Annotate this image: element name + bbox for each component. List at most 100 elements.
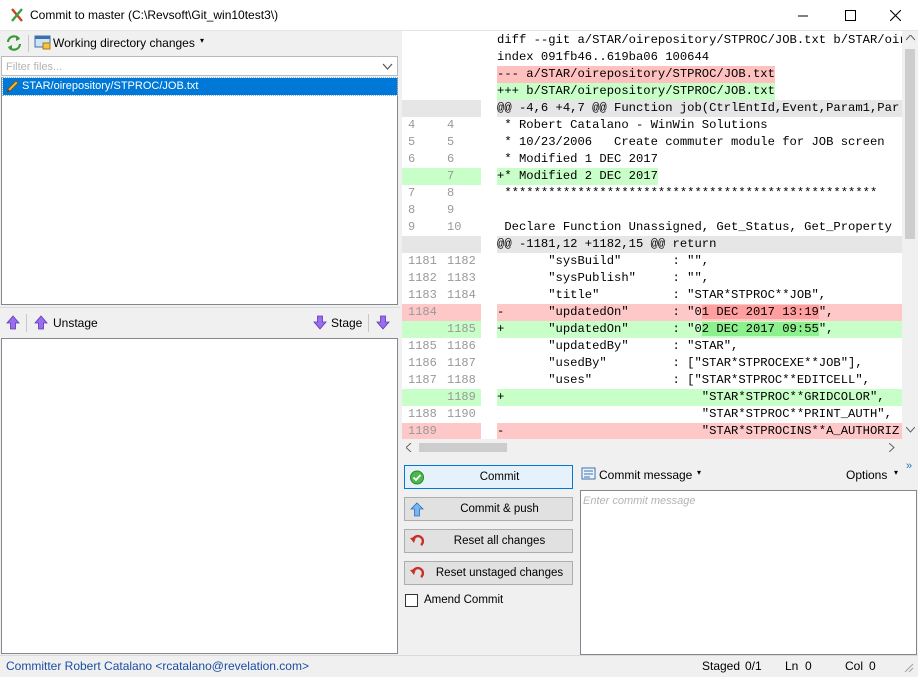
diff-horizontal-scrollbar[interactable]: [402, 439, 902, 456]
column-label: Col: [845, 659, 864, 673]
filter-files-input[interactable]: [6, 59, 376, 74]
diff-line: 9 10 Declare Function Unassigned, Get_Sta…: [402, 219, 902, 236]
diff-line-text: "updatedBy" : "STAR",: [497, 339, 739, 353]
stage-arrow-down-icon: [313, 315, 327, 330]
diff-viewer[interactable]: diff --git a/STAR/oirepository/STPROC/JO…: [402, 31, 902, 439]
old-line-number: 1188: [408, 407, 437, 421]
old-line-number: 7: [408, 186, 416, 200]
diff-line: 7 +* Modified 2 DEC 2017: [402, 168, 902, 185]
diff-line-gutter: 9 10: [402, 219, 481, 236]
separator: [368, 314, 369, 332]
reset-unstaged-changes-button[interactable]: Reset unstaged changes: [404, 561, 573, 585]
amend-commit-label: Amend Commit: [424, 594, 504, 606]
scrollbar-thumb[interactable]: [905, 49, 915, 239]
refresh-icon[interactable]: [5, 34, 23, 52]
unstage-label: Unstage: [53, 316, 98, 330]
diff-line: 6 6 * Modified 1 DEC 2017: [402, 151, 902, 168]
scroll-up-icon[interactable]: [906, 35, 915, 41]
amend-commit-option: Amend Commit: [404, 593, 564, 609]
diff-line: 1189 - "STAR*STPROCINS**A_AUTHORIZ: [402, 423, 902, 439]
overflow-chevron-icon[interactable]: »: [906, 460, 912, 472]
diff-line-text: - "updatedOn" : "01 DEC 2017 13:19",: [497, 304, 902, 321]
diff-line-gutter: 1185 1186: [402, 338, 481, 355]
diff-text-suffix: ",: [818, 305, 834, 319]
new-line-number: 6: [447, 152, 455, 166]
diff-line: diff --git a/STAR/oirepository/STPROC/JO…: [402, 32, 902, 49]
scroll-left-icon[interactable]: [406, 443, 412, 452]
commit-message-input[interactable]: [583, 495, 913, 650]
diff-text-prefix: - "updatedOn" : "0: [497, 305, 702, 319]
diff-line-gutter: 1183 1184: [402, 287, 481, 304]
diff-line-text: ****************************************…: [497, 186, 878, 200]
minimize-icon: [797, 15, 808, 17]
column-value: 0: [869, 659, 876, 673]
chevron-down-icon: ▾: [894, 468, 899, 477]
chevron-down-icon: ▾: [200, 36, 205, 45]
old-line-number: 1181: [408, 254, 437, 268]
reset-all-changes-button[interactable]: Reset all changes: [404, 529, 573, 553]
amend-commit-checkbox[interactable]: [405, 594, 418, 607]
reset-unstaged-changes-label: Reset unstaged changes: [435, 567, 564, 579]
old-line-number: 1186: [408, 356, 437, 370]
diff-line-gutter: 1187 1188: [402, 372, 481, 389]
old-line-number: 1185: [408, 339, 437, 353]
diff-line-text: +++ b/STAR/oirepository/STPROC/JOB.txt: [497, 83, 775, 100]
title-bar: Commit to master (C:\Revsoft\Git_win10te…: [0, 0, 918, 31]
unstage-all-icon[interactable]: [6, 315, 20, 330]
new-line-number: 1182: [447, 254, 476, 268]
diff-text-suffix: ",: [818, 322, 834, 336]
new-line-number: 1190: [447, 407, 476, 421]
options-label: Options: [846, 468, 888, 482]
commit-message-icon: [581, 467, 596, 480]
old-line-number: 6: [408, 152, 416, 166]
diff-line: 44 * Robert Catalano - WinWin Solutions: [402, 117, 902, 134]
new-line-number: 1185: [447, 322, 476, 336]
diff-line-gutter: 1184: [402, 304, 481, 321]
diff-line-text: "sysBuild" : "",: [497, 254, 710, 268]
diff-vertical-scrollbar[interactable]: [902, 31, 918, 439]
diff-line-text: Declare Function Unassigned, Get_Status,…: [497, 220, 892, 234]
diff-line-text: * 10/23/2006 Create commuter module for …: [497, 135, 885, 149]
resize-grip-icon[interactable]: [902, 661, 914, 673]
minimize-button[interactable]: [780, 0, 826, 31]
diff-line: 1186 1187 "usedBy" : ["STAR*STPROCEXE**JO…: [402, 355, 902, 372]
commit-and-push-button[interactable]: Commit & push: [404, 497, 573, 521]
scroll-right-icon[interactable]: [889, 443, 895, 452]
diff-line-text: * Modified 1 DEC 2017: [497, 152, 658, 166]
new-line-number: 8: [447, 186, 455, 200]
old-line-number: 5: [408, 135, 416, 149]
diff-line: 1181 1182 "sysBuild" : "",: [402, 253, 902, 270]
diff-line: @@ -4,6 +4,7 @@ Function job(CtrlEntId,E…: [402, 100, 902, 117]
diff-line-gutter: 78: [402, 185, 481, 202]
staged-file-list[interactable]: [1, 338, 398, 654]
old-line-number: 1187: [408, 373, 437, 387]
diff-inline-highlight: 2 DEC 2017 09:55: [701, 322, 819, 336]
separator: [26, 314, 27, 332]
diff-line-text: @@ -1181,12 +1182,15 @@ return: [497, 236, 902, 253]
commit-button[interactable]: Commit: [404, 465, 573, 489]
diff-line-text: + "STAR*STPROC**GRIDCOLOR",: [497, 389, 902, 406]
reset-unstaged-icon: [410, 566, 425, 578]
filter-chevron-down-icon[interactable]: [382, 61, 393, 72]
maximize-icon: [844, 10, 856, 21]
old-line-number: 9: [408, 220, 416, 234]
commit-message-box: [580, 490, 917, 655]
diff-line-text: "sysPublish" : "",: [497, 271, 710, 285]
diff-line-gutter: [402, 100, 481, 117]
scrollbar-thumb[interactable]: [419, 443, 507, 452]
close-button[interactable]: [872, 0, 918, 31]
diff-line: 1187 1188 "uses" : ["STAR*STPROC**EDITCEL…: [402, 372, 902, 389]
unstaged-file-list[interactable]: STAR/oirepository/STPROC/JOB.txt: [1, 77, 398, 305]
old-line-number: 1183: [408, 288, 437, 302]
diff-line: --- a/STAR/oirepository/STPROC/JOB.txt: [402, 66, 902, 83]
committer-link[interactable]: Committer Robert Catalano <rcatalano@rev…: [6, 659, 309, 673]
file-list-item[interactable]: STAR/oirepository/STPROC/JOB.txt: [2, 77, 398, 96]
new-line-number: 1187: [447, 356, 476, 370]
stage-all-icon[interactable]: [376, 315, 390, 330]
diff-line-text: "usedBy" : ["STAR*STPROCEXE**JOB"],: [497, 356, 863, 370]
scroll-down-icon[interactable]: [906, 427, 915, 433]
maximize-button[interactable]: [827, 0, 873, 31]
diff-line-gutter: 1181 1182: [402, 253, 481, 270]
diff-line-text: - "STAR*STPROCINS**A_AUTHORIZ: [497, 423, 902, 439]
diff-line: 1183 1184 "title" : "STAR*STPROC**JOB",: [402, 287, 902, 304]
